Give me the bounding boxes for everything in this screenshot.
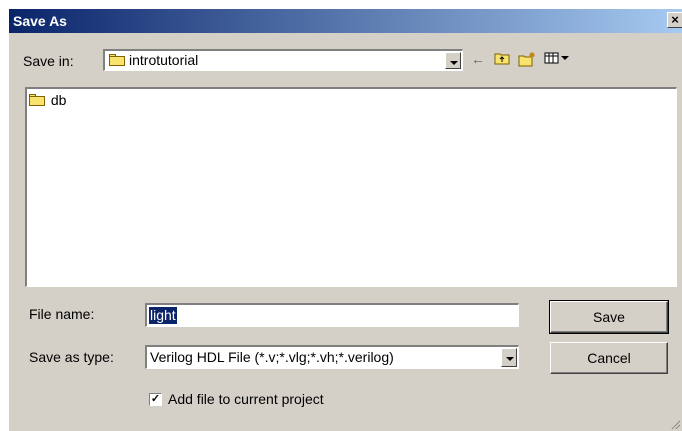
chevron-down-icon[interactable]	[501, 348, 517, 367]
list-item[interactable]: db	[29, 91, 66, 108]
save-in-combobox[interactable]: introtutorial	[103, 49, 463, 71]
open-folder-icon	[109, 54, 125, 66]
new-folder-icon[interactable]	[517, 51, 537, 67]
resize-grip-icon[interactable]	[670, 419, 680, 429]
file-name-value: light	[149, 307, 177, 324]
save-as-type-label: Save as type:	[29, 349, 114, 365]
save-as-type-combobox[interactable]: Verilog HDL File (*.v;*.vlg;*.vh;*.veril…	[145, 345, 519, 369]
list-item-label: db	[50, 92, 67, 109]
file-name-field[interactable]: light	[145, 303, 519, 327]
title-bar[interactable]: Save As ×	[9, 9, 682, 33]
window-title: Save As	[13, 13, 67, 29]
save-in-label: Save in:	[23, 53, 74, 69]
add-to-project-checkbox[interactable]: ✓	[149, 393, 162, 406]
save-in-value: introtutorial	[129, 52, 199, 68]
chevron-down-icon[interactable]	[445, 52, 461, 69]
folder-icon	[29, 94, 45, 107]
file-name-label: File name:	[29, 306, 95, 322]
up-folder-icon[interactable]	[493, 51, 511, 67]
save-as-dialog: Save As × Save in: introtutorial ← db Fi…	[8, 8, 682, 431]
close-icon[interactable]: ×	[667, 12, 682, 28]
save-as-type-value: Verilog HDL File (*.v;*.vlg;*.vh;*.veril…	[150, 349, 394, 365]
add-to-project-label[interactable]: Add file to current project	[168, 391, 324, 407]
file-list[interactable]: db	[25, 87, 677, 287]
cancel-button[interactable]: Cancel	[550, 342, 668, 374]
save-button[interactable]: Save	[549, 300, 669, 334]
back-arrow-icon[interactable]: ←	[469, 51, 487, 67]
view-menu-icon[interactable]	[543, 51, 571, 67]
